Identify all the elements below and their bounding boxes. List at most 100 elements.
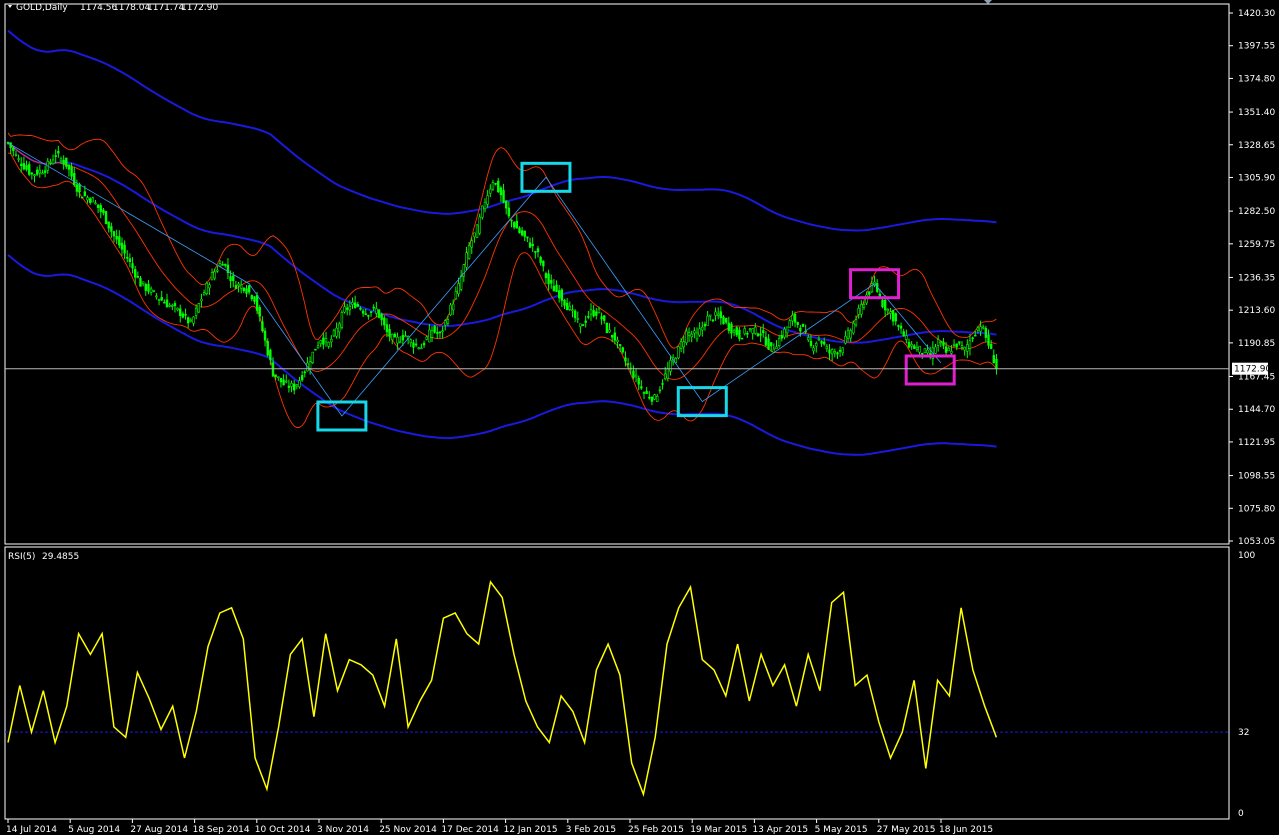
candle-body [414,343,418,346]
candle-body [571,309,574,312]
candle-body [833,351,837,354]
candle-body [232,275,235,282]
candle-body [881,299,884,308]
candle-body [727,322,731,331]
candle-body [35,169,39,175]
candle-body [550,280,553,284]
candle-body [128,258,132,263]
candle-body [282,379,285,386]
candle-body [512,222,516,228]
candle-body [637,377,640,385]
candle-body [844,335,847,344]
candle-body [905,335,908,340]
candle-body [883,299,887,311]
candle-body [899,325,903,329]
candle-body [756,333,760,337]
candle-body [693,330,696,334]
candle-body [565,302,569,311]
candle-body [838,350,842,352]
candle-body [247,285,251,293]
candle-body [300,375,304,381]
candle-body [714,311,717,316]
symbol-label: GOLD,Daily [16,3,68,13]
candle-body [648,396,651,399]
candle-body [989,343,993,349]
candle-body [38,169,42,174]
candle-body [886,308,890,312]
gold-daily-chart[interactable]: 1172.90 GOLD,Daily 1174.56 1178.04 1171.… [0,0,1279,835]
candle-body [200,298,203,302]
candle-body [656,395,659,402]
candle-body [160,297,163,301]
candle-body [73,173,76,186]
candle-body [308,361,312,369]
candle-body [944,346,948,353]
candle-body [499,187,503,196]
candle-body [825,346,829,350]
candle-body [263,330,267,341]
candle-body [573,310,577,319]
candle-body [701,326,704,331]
candle-body [327,342,330,347]
candle-body [958,341,961,344]
candle-body [57,150,60,154]
candle-body [404,335,407,338]
candle-body [812,347,815,352]
candle-body [788,320,791,328]
candle-body [923,348,927,354]
candle-body [417,347,420,350]
ohlc-high: 1178.04 [113,3,150,13]
candle-body [563,299,566,306]
candle-body [86,197,89,201]
candle-body [809,340,813,346]
price-tick-label: 1420.30 [1238,9,1275,19]
candle-body [828,349,831,354]
candle-body [457,283,460,295]
candle-body [547,273,550,285]
candle-body [465,252,468,268]
candle-body [984,327,988,338]
candle-body [502,190,505,203]
candle-body [897,325,900,327]
candle-body [483,201,487,210]
rsi-scale-100: 100 [1238,551,1255,561]
candle-body [589,309,593,315]
candle-body [345,307,349,310]
candle-body [107,221,110,229]
candle-body [319,340,322,344]
candle-body [332,330,336,337]
candle-body [526,236,529,239]
candle-body [27,164,31,175]
time-tick-label: 14 Jul 2014 [6,825,57,835]
candle-body [205,282,208,294]
candle-body [33,174,36,177]
candle-body [801,323,805,327]
candle-body [287,385,291,388]
candle-body [83,191,87,197]
candle-body [663,373,667,379]
time-tick-label: 27 May 2015 [877,825,936,835]
candle-body [849,330,852,339]
candle-body [921,353,924,355]
candle-body [441,330,444,333]
candle-body [208,284,211,289]
candle-body [746,333,749,335]
candle-body [762,330,765,334]
candle-body [62,159,65,165]
candle-body [581,324,585,326]
candle-body [388,329,391,337]
candle-body [120,242,124,250]
candle-body [377,309,381,318]
candle-body [860,304,863,315]
candle-body [91,197,95,203]
candle-body [555,284,558,292]
candle-body [995,358,998,369]
candle-body [290,383,293,387]
candle-body [348,305,352,311]
time-tick-label: 12 Jan 2015 [504,825,558,835]
candle-body [584,320,587,323]
candle-body [777,338,781,347]
candle-body [12,147,15,151]
time-tick-label: 5 Aug 2014 [68,825,120,835]
price-tick-label: 1374.80 [1238,74,1275,84]
